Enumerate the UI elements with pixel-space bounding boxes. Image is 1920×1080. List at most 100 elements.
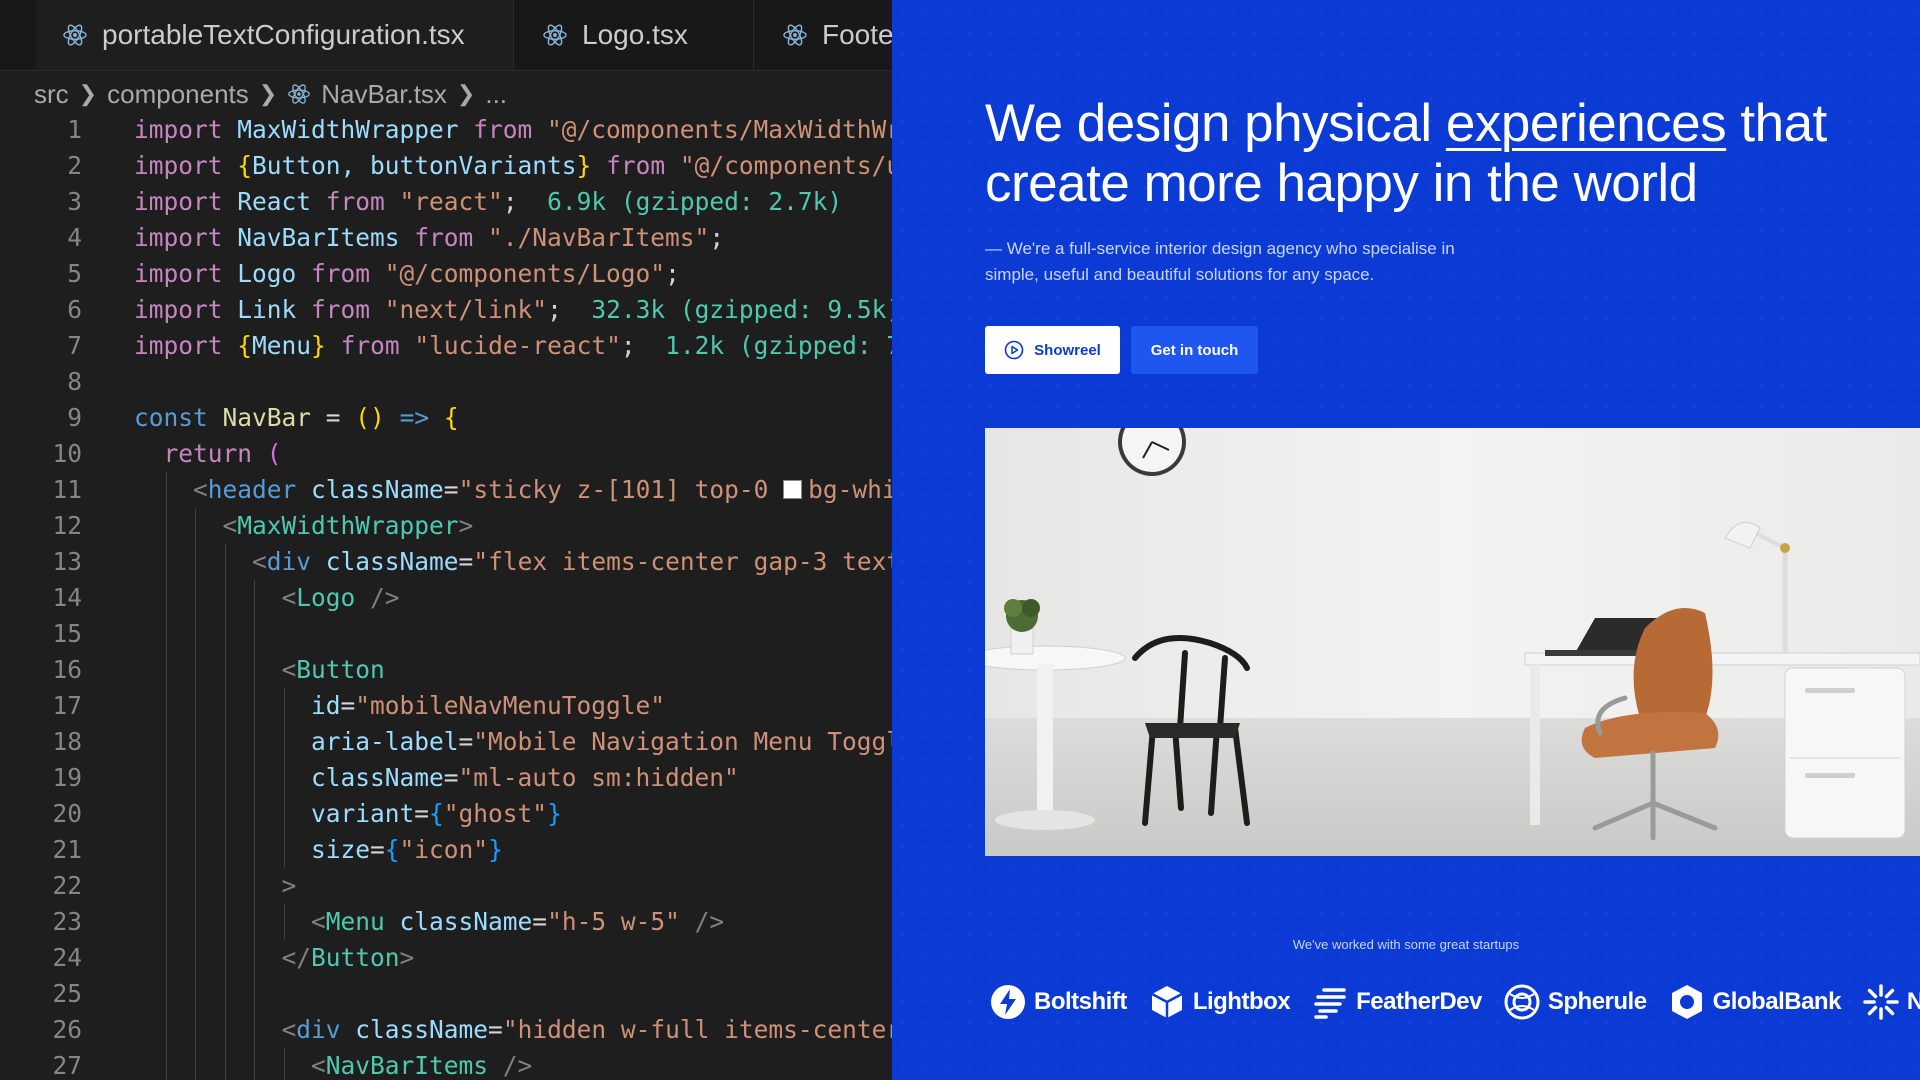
code-text: id="mobileNavMenuToggle" xyxy=(311,688,665,724)
globe-icon xyxy=(1671,985,1702,1019)
line-number: 16 xyxy=(52,655,82,684)
code-token: from xyxy=(340,331,415,360)
tab-label: Logo.tsx xyxy=(582,19,688,50)
code-token: { xyxy=(443,403,459,432)
editor-tab-bar: portableTextConfiguration.tsx Logo.tsx F… xyxy=(0,0,892,71)
code-token: "@/components/MaxWidthWrapper" xyxy=(547,115,892,144)
indent-guide xyxy=(165,1048,167,1080)
tab-portable-text-configuration[interactable]: portableTextConfiguration.tsx xyxy=(36,0,514,70)
indent-guide xyxy=(283,1048,285,1080)
code-line: 4 import NavBarItems from "./NavBarItems"… xyxy=(0,220,892,256)
code-token: Logo xyxy=(237,259,312,288)
breadcrumb-more[interactable]: ... xyxy=(485,79,507,110)
code-area[interactable]: 1 import MaxWidthWrapper from "@/componen… xyxy=(0,112,892,1080)
tab-footer[interactable]: Footer xyxy=(754,0,892,70)
indent-guide xyxy=(283,904,285,940)
code-token: "sticky z-[101] top-0 xyxy=(458,475,784,504)
indent-guide xyxy=(254,904,255,940)
code-text: className="ml-auto sm:hidden" xyxy=(311,760,739,796)
line-number: 10 xyxy=(52,439,82,468)
indent-guide xyxy=(283,832,285,868)
indent-guide xyxy=(165,580,167,616)
indent-guide xyxy=(195,616,196,652)
indent-guide xyxy=(254,652,255,688)
indent-guide xyxy=(224,976,226,1012)
code-token: import xyxy=(134,331,238,360)
line-number: 20 xyxy=(52,799,82,828)
indent-guide xyxy=(254,976,255,1012)
line-number: 18 xyxy=(52,727,82,756)
showreel-label: Showreel xyxy=(1034,341,1101,359)
code-line: 21 size={"icon"} xyxy=(0,832,892,868)
line-number: 19 xyxy=(52,763,82,792)
code-token: Logo xyxy=(296,583,371,612)
code-token: = xyxy=(370,835,385,864)
indent-guide xyxy=(254,1048,255,1080)
line-number: 6 xyxy=(67,295,82,324)
chevron-right-icon: ❯ xyxy=(258,81,278,106)
code-token: "ml-auto sm:hidden" xyxy=(458,763,739,792)
tab-logo[interactable]: Logo.tsx xyxy=(514,0,754,70)
code-text: import NavBarItems from "./NavBarItems"; xyxy=(134,220,724,256)
code-token: "lucide-react" xyxy=(414,331,621,360)
tab-label: portableTextConfiguration.tsx xyxy=(102,19,465,50)
code-line: 27 <NavBarItems /> xyxy=(0,1048,892,1080)
code-token: Menu xyxy=(325,907,400,936)
code-token: import xyxy=(134,187,238,216)
code-token: className xyxy=(355,1015,489,1044)
code-token: from xyxy=(414,223,489,252)
feather-icon xyxy=(1314,988,1346,1019)
breadcrumb-file[interactable]: NavBar.tsx xyxy=(321,79,447,110)
react-icon xyxy=(542,22,568,48)
code-line: 3 import React from "react"; 6.9k (gzippe… xyxy=(0,184,892,220)
code-token: = xyxy=(325,403,356,432)
code-line: 26 <div className="hidden w-full items-ce… xyxy=(0,1012,892,1048)
indent-guide xyxy=(195,760,196,796)
code-token: /> xyxy=(502,1051,533,1080)
chevron-right-icon: ❯ xyxy=(78,81,98,106)
code-text: <div className="flex items-center gap-3 … xyxy=(252,544,892,580)
code-text: <Menu className="h-5 w-5" /> xyxy=(311,904,724,940)
indent-guide xyxy=(165,904,167,940)
indent-guide xyxy=(195,688,196,724)
indent-guide xyxy=(165,652,167,688)
code-token: "ghost" xyxy=(443,799,548,828)
hero-title-part1: We design physical xyxy=(985,94,1446,153)
code-token: Link xyxy=(237,295,312,324)
line-number: 14 xyxy=(52,583,82,612)
code-token: className xyxy=(325,547,459,576)
code-line: 7 import {Menu} from "lucide-react"; 1.2k… xyxy=(0,328,892,364)
code-text: <div className="hidden w-full items-cent… xyxy=(282,1012,893,1048)
code-text: import {Menu} from "lucide-react"; 1.2k … xyxy=(134,328,892,364)
code-token: from xyxy=(473,115,548,144)
indent-guide xyxy=(195,832,196,868)
code-token: } xyxy=(488,835,503,864)
showreel-button[interactable]: Showreel xyxy=(985,326,1120,374)
indent-guide xyxy=(224,724,226,760)
indent-guide xyxy=(195,508,196,544)
breadcrumb-components[interactable]: components xyxy=(107,79,249,110)
get-in-touch-button[interactable]: Get in touch xyxy=(1131,326,1258,374)
code-token: NavBar xyxy=(222,403,326,432)
code-token: > xyxy=(458,511,474,540)
website-preview: We design physical experiences that crea… xyxy=(892,0,1920,1080)
breadcrumb: src ❯ components ❯ NavBar.tsx ❯ ... xyxy=(34,70,507,118)
line-number: 8 xyxy=(67,367,82,396)
indent-guide xyxy=(283,688,285,724)
line-number: 12 xyxy=(52,511,82,540)
indent-guide xyxy=(224,580,226,616)
logo-featherdev: FeatherDev xyxy=(1312,984,1482,1020)
code-text: import Logo from "@/components/Logo"; xyxy=(134,256,680,292)
code-line: 5 import Logo from "@/components/Logo"; xyxy=(0,256,892,292)
code-token: "h-5 w-5" xyxy=(547,907,695,936)
code-line: 6 import Link from "next/link"; 32.3k (gz… xyxy=(0,292,892,328)
hero-subtitle: — We're a full-service interior design a… xyxy=(985,239,1455,284)
code-line: 8 xyxy=(0,364,892,400)
code-token: Button, buttonVariants xyxy=(252,151,577,180)
indent-guide xyxy=(165,616,167,652)
react-icon xyxy=(287,82,311,106)
breadcrumb-src[interactable]: src xyxy=(34,79,69,110)
indent-guide xyxy=(283,724,285,760)
code-token: { xyxy=(384,835,400,864)
code-line: 15 xyxy=(0,616,892,652)
